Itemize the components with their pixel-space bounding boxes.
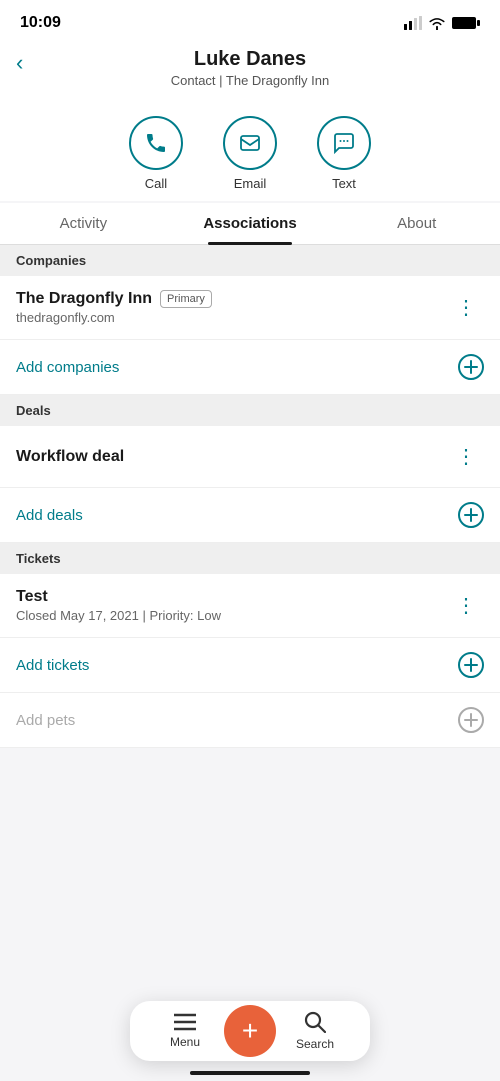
menu-label: Menu — [170, 1035, 200, 1049]
text-icon — [332, 131, 356, 155]
add-pets-label: Add pets — [16, 712, 75, 729]
contact-name: Luke Danes — [20, 48, 480, 71]
status-time: 10:09 — [20, 14, 61, 32]
home-indicator — [190, 1071, 310, 1075]
action-buttons-row: Call Email Text — [0, 100, 500, 201]
search-nav-item[interactable]: Search — [276, 1011, 354, 1051]
contact-header: ‹ Luke Danes Contact | The Dragonfly Inn — [0, 40, 500, 100]
text-circle — [317, 116, 371, 170]
add-tickets-icon — [458, 652, 484, 678]
wifi-icon — [428, 16, 446, 30]
deal-item: Workflow deal ⋮ — [0, 426, 500, 488]
deal-more-button[interactable]: ⋮ — [448, 440, 484, 473]
battery-icon — [452, 16, 480, 30]
add-tickets-label: Add tickets — [16, 657, 89, 674]
add-deals-icon — [458, 502, 484, 528]
menu-icon — [174, 1013, 196, 1031]
ticket-item-content: Test Closed May 17, 2021 | Priority: Low — [16, 588, 448, 623]
primary-badge: Primary — [160, 290, 212, 308]
add-pets-icon — [458, 707, 484, 733]
call-circle — [129, 116, 183, 170]
text-label: Text — [332, 176, 356, 191]
company-website: thedragonfly.com — [16, 310, 448, 325]
email-button[interactable]: Email — [223, 116, 277, 191]
ticket-item: Test Closed May 17, 2021 | Priority: Low… — [0, 574, 500, 638]
tickets-section-header: Tickets — [0, 543, 500, 574]
contact-subtitle: Contact | The Dragonfly Inn — [20, 73, 480, 88]
tab-activity[interactable]: Activity — [0, 203, 167, 244]
tab-associations[interactable]: Associations — [167, 203, 334, 244]
add-deals-row[interactable]: Add deals — [0, 488, 500, 543]
company-item-content: The Dragonfly Inn Primary thedragonfly.c… — [16, 290, 448, 325]
bottom-nav: Menu + Search — [130, 1001, 370, 1061]
back-button[interactable]: ‹ — [16, 50, 23, 76]
call-button[interactable]: Call — [129, 116, 183, 191]
ticket-sub: Closed May 17, 2021 | Priority: Low — [16, 608, 448, 623]
tab-about[interactable]: About — [333, 203, 500, 244]
add-companies-label: Add companies — [16, 359, 119, 376]
menu-nav-item[interactable]: Menu — [146, 1013, 224, 1049]
status-icons — [404, 16, 480, 30]
add-pets-row[interactable]: Add pets — [0, 693, 500, 748]
company-name: The Dragonfly Inn Primary — [16, 290, 448, 308]
email-icon — [238, 131, 262, 155]
deal-name: Workflow deal — [16, 448, 448, 466]
add-companies-row[interactable]: Add companies — [0, 340, 500, 395]
ticket-title: Test — [16, 588, 448, 606]
search-icon — [304, 1011, 326, 1033]
call-label: Call — [145, 176, 167, 191]
add-deals-label: Add deals — [16, 507, 83, 524]
add-companies-icon — [458, 354, 484, 380]
phone-icon — [144, 131, 168, 155]
deal-item-content: Workflow deal — [16, 448, 448, 466]
email-circle — [223, 116, 277, 170]
status-bar: 10:09 — [0, 0, 500, 40]
companies-section-header: Companies — [0, 245, 500, 276]
company-item: The Dragonfly Inn Primary thedragonfly.c… — [0, 276, 500, 340]
text-button[interactable]: Text — [317, 116, 371, 191]
search-label: Search — [296, 1037, 334, 1051]
signal-icon — [404, 16, 422, 30]
ticket-more-button[interactable]: ⋮ — [448, 589, 484, 622]
deals-section-header: Deals — [0, 395, 500, 426]
add-tickets-row[interactable]: Add tickets — [0, 638, 500, 693]
add-nav-button[interactable]: + — [224, 1005, 276, 1057]
tabs-bar: Activity Associations About — [0, 203, 500, 245]
company-more-button[interactable]: ⋮ — [448, 291, 484, 324]
bottom-nav-bar: Menu + Search — [130, 1001, 370, 1061]
email-label: Email — [234, 176, 267, 191]
